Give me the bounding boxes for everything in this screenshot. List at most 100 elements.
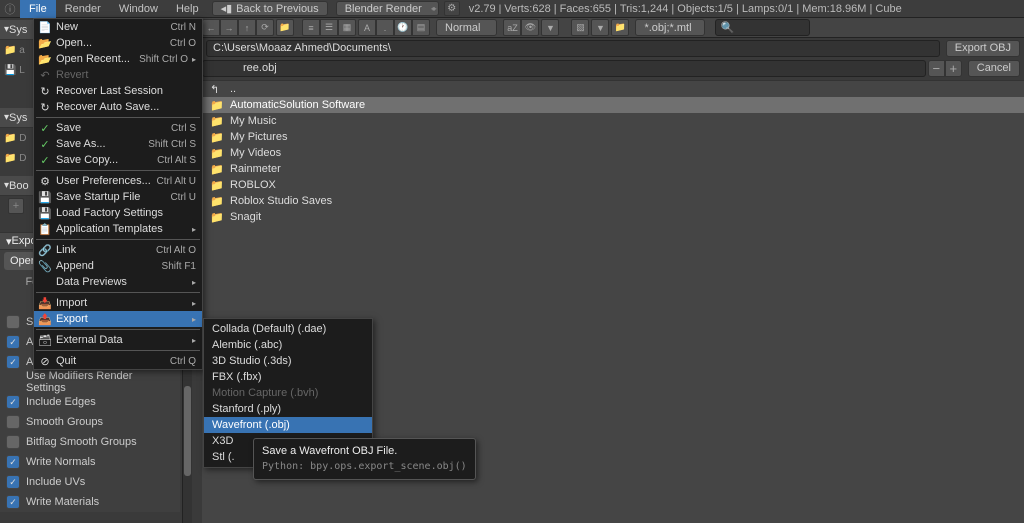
add-bookmark-button[interactable]: +	[8, 198, 24, 214]
menu-prefs[interactable]: ⚙User Preferences...Ctrl Alt U	[34, 173, 202, 189]
header-bar: ⓘ File Render Window Help ◂▮Back to Prev…	[0, 0, 1024, 18]
filter-glob[interactable]: *.obj;*.mtl	[635, 19, 705, 36]
menu-export[interactable]: 📤Export▸	[34, 311, 202, 327]
menu-revert[interactable]: ↶Revert	[34, 67, 202, 83]
filter-funnel-icon[interactable]: ▼	[591, 19, 609, 36]
list-item[interactable]: 📁My Pictures	[202, 129, 1024, 145]
sort-size-icon[interactable]: ▤	[412, 19, 430, 36]
menu-open-recent[interactable]: 📂Open Recent...Shift Ctrl O▸	[34, 51, 202, 67]
list-item[interactable]: 📁My Videos	[202, 145, 1024, 161]
new-folder-icon[interactable]: 📁	[276, 19, 294, 36]
menu-recover-last[interactable]: ↻Recover Last Session	[34, 83, 202, 99]
nav-up-icon[interactable]: ↑	[238, 19, 256, 36]
sort-az-icon[interactable]: aZ	[503, 19, 521, 36]
show-hidden-icon[interactable]: 👁	[521, 19, 539, 36]
list-item[interactable]: 📁 D	[0, 148, 33, 168]
checkbox[interactable]	[6, 315, 20, 329]
menu-render[interactable]: Render	[56, 0, 110, 18]
menu-append[interactable]: 📎AppendShift F1	[34, 258, 202, 274]
path-bar: C:\Users\Moaaz Ahmed\Documents\ Export O…	[202, 38, 1024, 58]
path-input[interactable]: C:\Users\Moaaz Ahmed\Documents\	[206, 40, 940, 57]
list-item[interactable]: 📁AutomaticSolution Software	[202, 97, 1024, 113]
panel-header[interactable]: ▾ Boo	[0, 176, 33, 196]
checkbox[interactable]: ✓	[6, 495, 20, 509]
info-icon[interactable]: ⓘ	[0, 1, 20, 17]
option-row: ✓Write Normals	[0, 452, 180, 472]
chevron-right-icon: ▸	[192, 55, 196, 64]
checkbox[interactable]: ✓	[6, 335, 20, 349]
checkbox[interactable]	[6, 415, 20, 429]
file-up-row[interactable]: ↰..	[202, 81, 1024, 97]
list-item[interactable]: 📁ROBLOX	[202, 177, 1024, 193]
gear-icon: ⚙	[38, 174, 52, 188]
cancel-button[interactable]: Cancel	[968, 60, 1020, 77]
engine-select[interactable]: Blender Render	[336, 1, 439, 16]
menu-previews[interactable]: Data Previews▸	[34, 274, 202, 290]
export-3ds[interactable]: 3D Studio (.3ds)	[204, 353, 372, 369]
folder-icon: 📁	[210, 179, 224, 192]
sort-group: A . 🕐 ▤	[358, 19, 430, 36]
checkbox[interactable]: ✓	[6, 475, 20, 489]
file-label: ..	[230, 83, 236, 95]
menu-save[interactable]: ✓SaveCtrl S	[34, 120, 202, 136]
list-item[interactable]: 📁Snagit	[202, 209, 1024, 225]
filter-files-icon[interactable]: ▧	[571, 19, 589, 36]
sort-time-icon[interactable]: 🕐	[394, 19, 412, 36]
list-item[interactable]: 📁Roblox Studio Saves	[202, 193, 1024, 209]
sort-ext-icon[interactable]: .	[376, 19, 394, 36]
menu-save-startup[interactable]: 💾Save Startup FileCtrl U	[34, 189, 202, 205]
panel-header[interactable]: ▾ Sys	[0, 20, 33, 40]
menu-external[interactable]: 🗃External Data▸	[34, 332, 202, 348]
export-collada[interactable]: Collada (Default) (.dae)	[204, 321, 372, 337]
check-icon: ✓	[38, 137, 52, 151]
list-item[interactable]: 📁My Music	[202, 113, 1024, 129]
filename-input[interactable]: ree.obj	[202, 60, 926, 77]
export-ply[interactable]: Stanford (.ply)	[204, 401, 372, 417]
menu-file[interactable]: File	[20, 0, 56, 18]
menu-save-as[interactable]: ✓Save As...Shift Ctrl S	[34, 136, 202, 152]
display-mode-select[interactable]: Normal	[436, 19, 497, 36]
checkbox[interactable]	[6, 435, 20, 449]
file-label: AutomaticSolution Software	[230, 99, 365, 111]
view-thumb-icon[interactable]: ▦	[338, 19, 356, 36]
search-input[interactable]: 🔍	[715, 19, 810, 36]
panel-header[interactable]: ▾ Sys	[0, 108, 33, 128]
view-short-icon[interactable]: ≡	[302, 19, 320, 36]
export-fbx[interactable]: FBX (.fbx)	[204, 369, 372, 385]
export-alembic[interactable]: Alembic (.abc)	[204, 337, 372, 353]
menu-help[interactable]: Help	[167, 0, 208, 18]
menu-templates[interactable]: 📋Application Templates▸	[34, 221, 202, 237]
list-item[interactable]: 💾 L	[0, 60, 33, 80]
menu-open[interactable]: 📂Open...Ctrl O	[34, 35, 202, 51]
increment-button[interactable]: +	[945, 60, 962, 77]
menu-recover-auto[interactable]: ↻Recover Auto Save...	[34, 99, 202, 115]
filter-toggle-icon[interactable]: ▼	[541, 19, 559, 36]
option-row: ✓Include Edges	[0, 392, 180, 412]
scene-icon[interactable]: ⚙	[444, 1, 460, 16]
menu-link[interactable]: 🔗LinkCtrl Alt O	[34, 242, 202, 258]
list-item[interactable]: 📁Rainmeter	[202, 161, 1024, 177]
list-item[interactable]: 📁 D	[0, 128, 33, 148]
export-bvh[interactable]: Motion Capture (.bvh)	[204, 385, 372, 401]
menu-factory[interactable]: 💾Load Factory Settings	[34, 205, 202, 221]
scrollbar-thumb[interactable]	[184, 386, 191, 476]
nav-fwd-icon[interactable]: →	[220, 19, 238, 36]
export-obj[interactable]: Wavefront (.obj)	[204, 417, 372, 433]
export-obj-button[interactable]: Export OBJ	[946, 40, 1020, 57]
nav-refresh-icon[interactable]: ⟳	[256, 19, 274, 36]
sort-alpha-icon[interactable]: A	[358, 19, 376, 36]
back-button[interactable]: ◂▮Back to Previous	[212, 1, 328, 16]
menu-save-copy[interactable]: ✓Save Copy...Ctrl Alt S	[34, 152, 202, 168]
checkbox[interactable]: ✓	[6, 395, 20, 409]
menu-import[interactable]: 📥Import▸	[34, 295, 202, 311]
nav-back-icon[interactable]: ←	[202, 19, 220, 36]
menu-quit[interactable]: ⊘QuitCtrl Q	[34, 353, 202, 369]
view-long-icon[interactable]: ☰	[320, 19, 338, 36]
list-item[interactable]: 📁 a	[0, 40, 33, 60]
menu-window[interactable]: Window	[110, 0, 167, 18]
filter-folder-icon[interactable]: 📁	[611, 19, 629, 36]
checkbox[interactable]: ✓	[6, 455, 20, 469]
decrement-button[interactable]: −	[928, 60, 945, 77]
menu-new[interactable]: 📄NewCtrl N	[34, 19, 202, 35]
checkbox[interactable]: ✓	[6, 355, 20, 369]
